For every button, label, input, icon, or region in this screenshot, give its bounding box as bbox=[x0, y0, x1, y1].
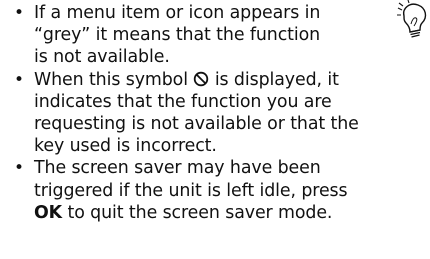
list-item: • The screen saver may have been trigger… bbox=[14, 157, 424, 224]
text-line: The screen saver may have been bbox=[34, 158, 321, 179]
list-item: • When this symbol is displayed, it indi… bbox=[14, 69, 424, 158]
text-line: triggered if the unit is left idle, pres… bbox=[34, 180, 348, 201]
text-line: “grey” it means that the function bbox=[34, 25, 321, 46]
bullet-icon: • bbox=[14, 69, 24, 90]
notes-list: • If a menu item or icon appears in “gre… bbox=[14, 2, 424, 224]
text-fragment: When this symbol bbox=[34, 69, 188, 90]
list-item: • If a menu item or icon appears in “gre… bbox=[14, 2, 424, 69]
no-entry-circle-icon bbox=[194, 71, 209, 86]
text-line: requesting is not available or that the bbox=[34, 114, 359, 135]
notes-section: • If a menu item or icon appears in “gre… bbox=[0, 0, 430, 259]
text-line: If a menu item or icon appears in bbox=[34, 3, 321, 23]
text-fragment: to quit the screen saver mode. bbox=[67, 202, 333, 223]
text-line: OK to quit the screen saver mode. bbox=[34, 202, 424, 224]
text-line: indicates that the function you are bbox=[34, 91, 332, 112]
text-line: When this symbol is displayed, it bbox=[34, 69, 424, 91]
ok-key-label: OK bbox=[34, 202, 63, 223]
bullet-icon: • bbox=[14, 3, 24, 23]
text-line: is not available. bbox=[34, 47, 170, 68]
text-line: key used is incorrect. bbox=[34, 136, 217, 157]
text-fragment: is displayed, it bbox=[214, 69, 339, 90]
bullet-icon: • bbox=[14, 158, 24, 179]
